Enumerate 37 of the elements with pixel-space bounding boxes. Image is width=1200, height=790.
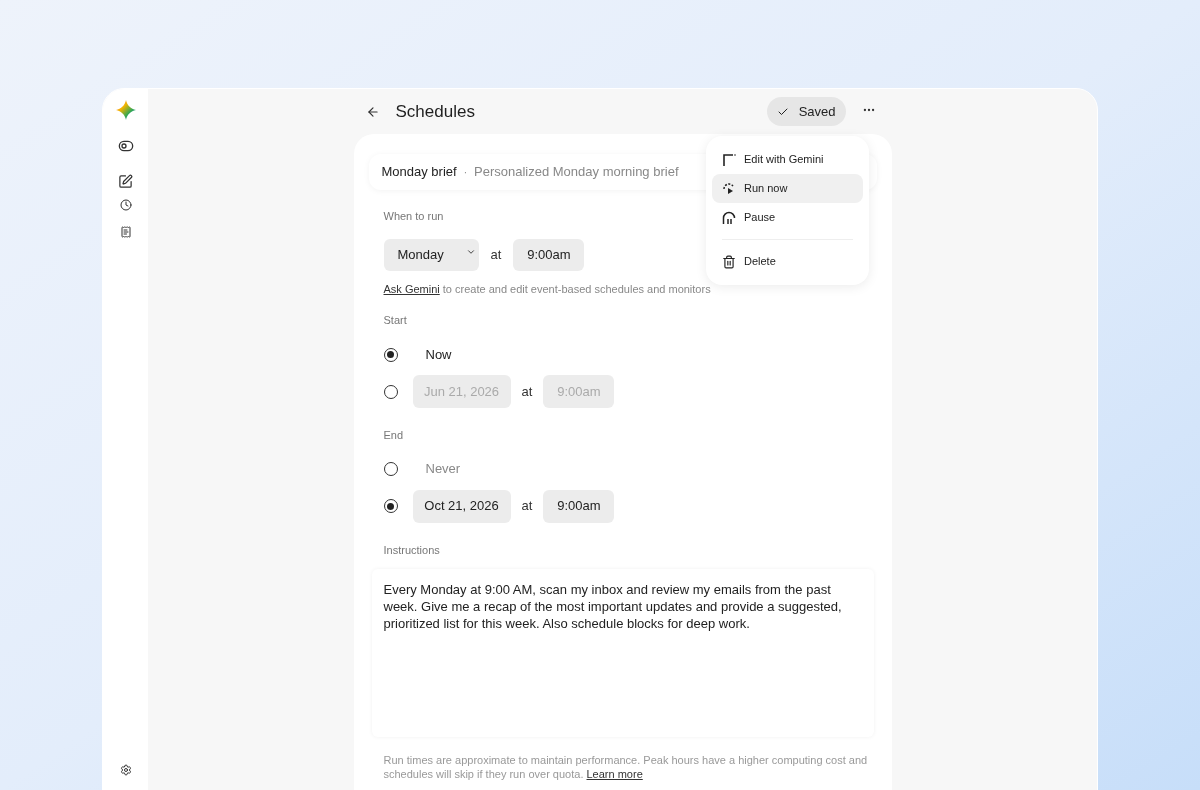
toggle-icon[interactable] [117, 138, 134, 154]
menu-item[interactable]: Run now [712, 174, 863, 203]
section-label: Start [383, 313, 408, 328]
instructions-field[interactable]: Every Monday at 9:00 AM, scan my inbox and review my emails from the past week. Give me a recap of the most important updates and provide a suggested, prioritized list for this week. Also schedule blocks for deep work. [371, 568, 874, 737]
play-icon [722, 181, 736, 196]
receipt-icon[interactable] [119, 226, 132, 238]
option-label: Never [425, 460, 461, 479]
date-field[interactable]: Oct 21, 2026 [412, 489, 511, 523]
bracket-icon [722, 152, 736, 167]
menu-item[interactable]: Edit with Gemini [712, 145, 863, 174]
menu-item[interactable]: Delete [712, 247, 863, 276]
page-title: Schedules [395, 100, 475, 123]
section-label: End [383, 427, 405, 443]
sparkle-logo-icon[interactable] [115, 100, 136, 120]
trash-icon [722, 254, 736, 269]
edit-icon[interactable] [118, 174, 133, 189]
schedule-name: Monday brief [381, 163, 457, 182]
at-label: at [521, 382, 533, 401]
footnote: Run times are approximate to maintain performance. Peak hours have a higher computing cost and schedules will skip if they run over quota. Learn more [383, 752, 868, 781]
pause-icon [722, 210, 736, 225]
menu-item[interactable]: Pause [712, 203, 863, 232]
time-field[interactable]: 9:00am [543, 489, 615, 523]
ask-gemini-note: Ask Gemini to create and edit event-based schedules and monitors [383, 281, 712, 297]
at-label: at [521, 497, 533, 516]
separator-dot: · [463, 165, 467, 180]
schedule-description: Personalized Monday morning brief [474, 163, 679, 182]
section-label: Instructions [383, 543, 440, 558]
at-label: at [490, 245, 502, 264]
settings-icon[interactable] [119, 764, 132, 776]
learn-more-link[interactable]: Learn more [586, 767, 643, 780]
section-label: When to run [383, 209, 444, 224]
option-label: Now [425, 345, 452, 364]
clock-icon[interactable] [119, 199, 132, 211]
saved-button[interactable]: Saved [766, 97, 846, 126]
ask-gemini-link[interactable]: Ask Gemini [383, 282, 440, 295]
time-field[interactable]: 9:00am [513, 238, 585, 271]
day-dropdown[interactable]: Monday [383, 238, 479, 271]
